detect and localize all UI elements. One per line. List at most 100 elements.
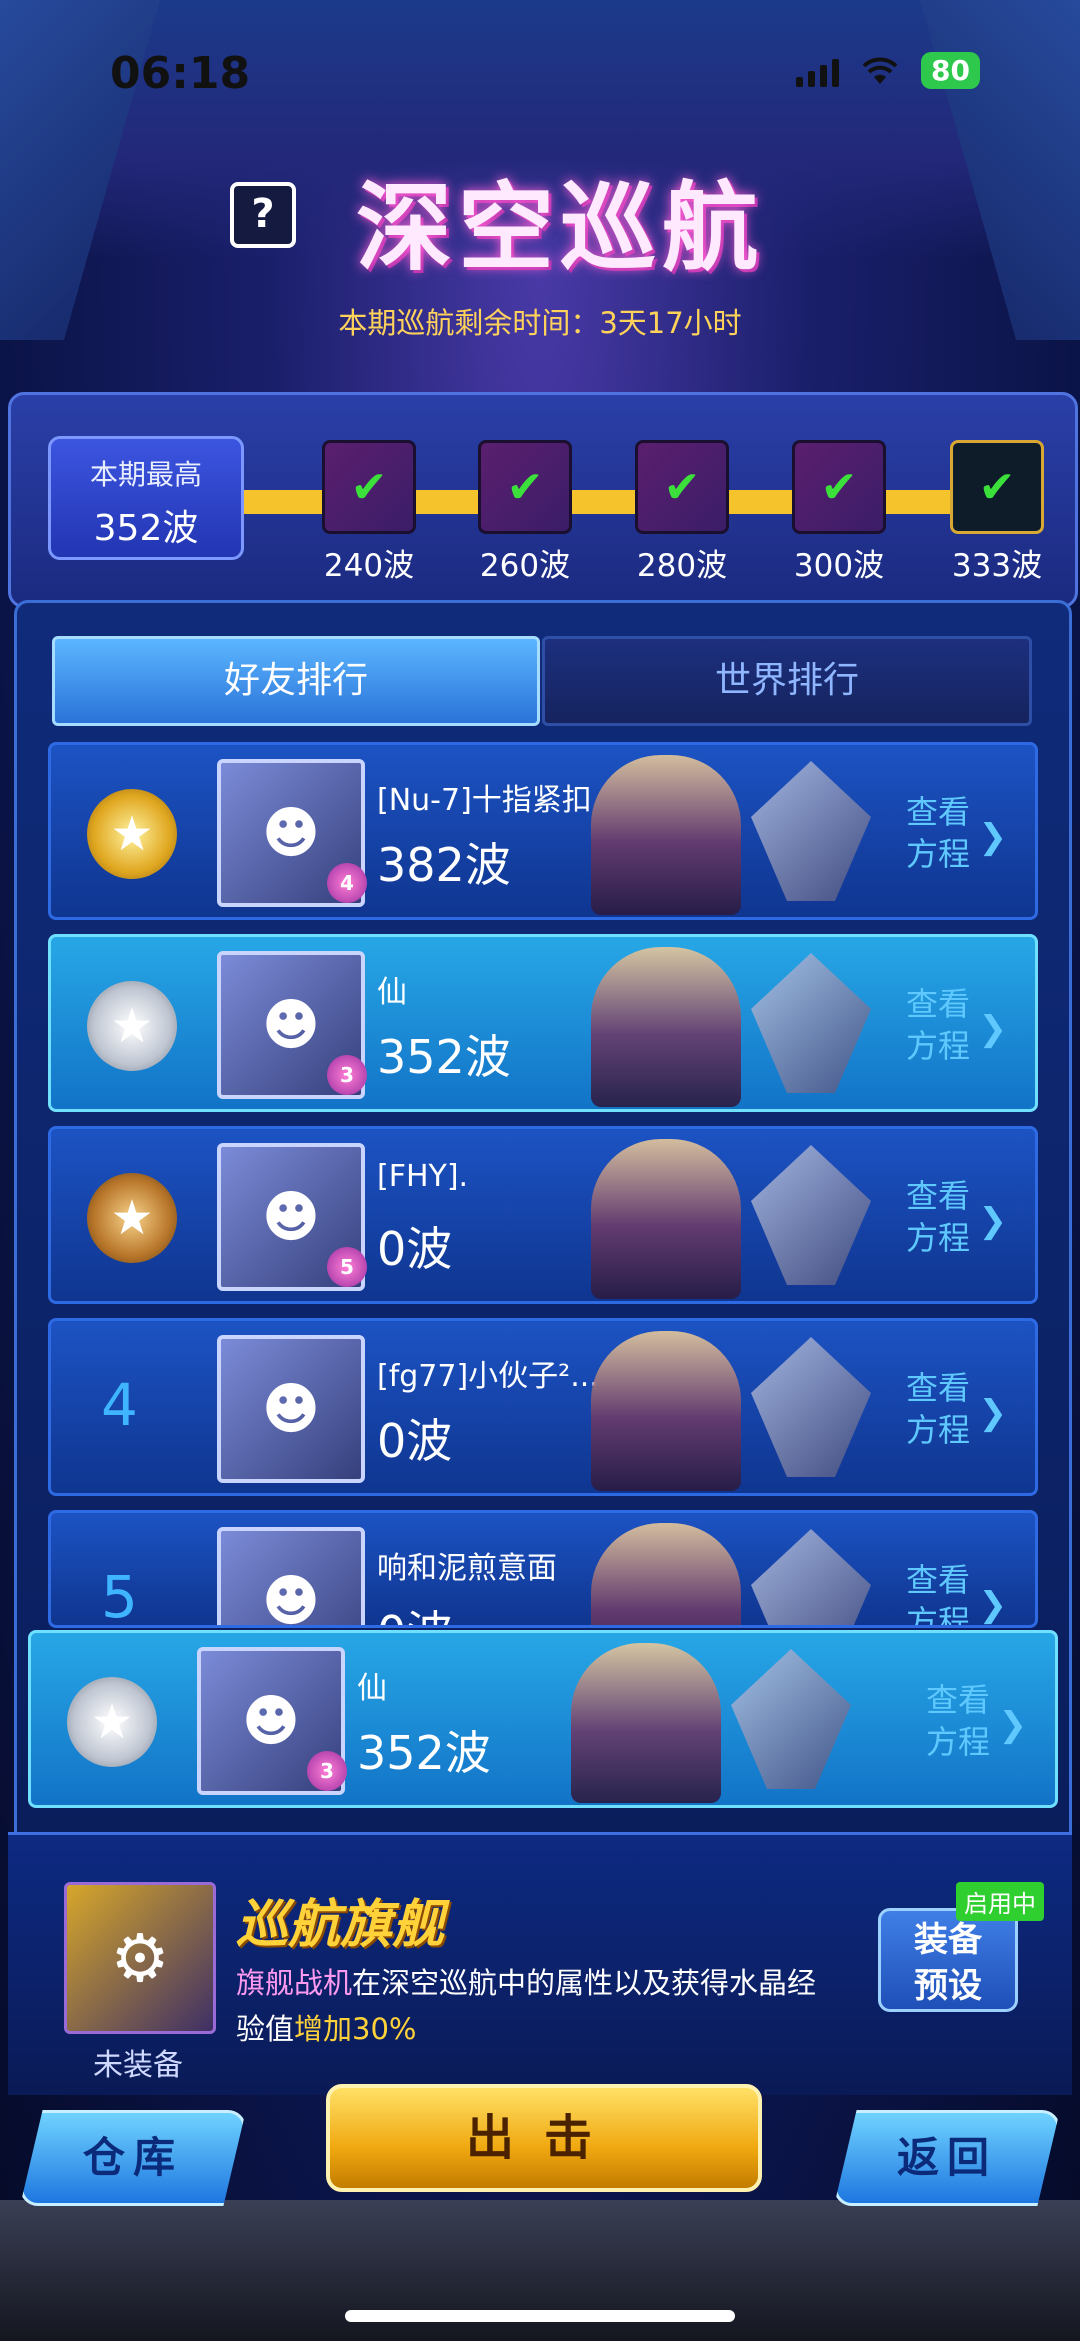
fighter-image: [751, 761, 871, 901]
rank-silver-badge: ★: [87, 981, 177, 1071]
home-indicator[interactable]: [345, 2310, 735, 2322]
preset-active-badge: 启用中: [956, 1882, 1044, 1921]
milestone-label: 240波: [323, 548, 415, 584]
preset-label-top: 装备: [914, 1920, 982, 1960]
player-name: 仙: [377, 975, 407, 1010]
view-loadout-button[interactable]: 查看 方程: [903, 1367, 973, 1451]
rank-number: 5: [101, 1563, 138, 1628]
tab-world-ranking[interactable]: 世界排行: [542, 636, 1032, 726]
flagship-desc-highlight: 旗舰战机: [236, 1966, 353, 2000]
status-time: 06:18: [110, 48, 251, 99]
view-loadout-button[interactable]: 查看 方程: [903, 983, 973, 1067]
view-label-bottom: 方程: [905, 835, 970, 873]
milestone-333[interactable]: ✔ 333波: [942, 440, 1052, 585]
player-name: [FHY].: [377, 1159, 469, 1194]
pilot-portrait: [571, 1643, 721, 1803]
best-record-box: 本期最高 352波: [48, 436, 244, 560]
ranking-row-4[interactable]: 4 ☻ [fg77]小伙子²... 0波 查看 方程 ❯: [48, 1318, 1038, 1496]
vip-badge: 3: [327, 1055, 367, 1095]
key-icon: ✔: [792, 440, 886, 534]
flagship-title: 巡航旗舰: [236, 1895, 445, 1955]
player-wave: 352波: [357, 1726, 491, 1780]
chevron-right-icon: ❯: [998, 1705, 1028, 1745]
signal-icon: [796, 55, 840, 87]
help-button[interactable]: ?: [230, 182, 296, 248]
fighter-image: [751, 1337, 871, 1477]
page-title: 深空巡航: [356, 172, 764, 284]
fighter-image: [751, 1145, 871, 1285]
pilot-portrait: [591, 1523, 741, 1625]
fighter-image: [731, 1649, 851, 1789]
battery-icon: 80: [921, 52, 980, 89]
flagship-desc-bonus: 增加30%: [294, 2012, 417, 2046]
warehouse-button[interactable]: 仓库: [20, 2110, 246, 2206]
milestone-300[interactable]: ✔ 300波: [784, 440, 894, 585]
best-record-label: 本期最高: [89, 458, 202, 491]
ranking-row-5[interactable]: 5 ☻ 响和泥煎意面 0波 查看方程 ❯: [48, 1510, 1038, 1628]
view-label-top: 查看: [905, 1369, 970, 1407]
view-loadout-button[interactable]: 查看 方程: [903, 1559, 973, 1625]
rank-silver-badge: ★: [67, 1677, 157, 1767]
tab-friend-ranking[interactable]: 好友排行: [52, 636, 540, 726]
best-record-value: 352波: [93, 508, 199, 549]
equipment-preset-button[interactable]: 装备 预设: [878, 1908, 1018, 2012]
key-icon: ✔: [322, 440, 416, 534]
player-name: 仙: [357, 1671, 387, 1706]
player-wave: 382波: [377, 838, 511, 892]
avatar: ☻: [217, 1527, 365, 1625]
milestone-label: 280波: [636, 548, 728, 584]
view-label-bottom: 方程: [925, 1723, 990, 1761]
chevron-right-icon: ❯: [978, 1585, 1008, 1625]
key-icon: ✔: [635, 440, 729, 534]
flagship-status: 未装备: [93, 2048, 183, 2083]
chevron-right-icon: ❯: [978, 1201, 1008, 1241]
key-icon: ✔: [478, 440, 572, 534]
fighter-image: [751, 1529, 871, 1625]
preset-label-bottom: 预设: [914, 1966, 982, 2006]
view-loadout-button[interactable]: 查看 方程: [903, 1175, 973, 1259]
milestone-280[interactable]: ✔ 280波: [627, 440, 737, 585]
player-wave: 0波: [377, 1597, 452, 1625]
flagship-description: 旗舰战机在深空巡航中的属性以及获得水晶经验值增加30%: [236, 1960, 836, 2052]
chevron-right-icon: ❯: [978, 817, 1008, 857]
milestone-label: 300波: [793, 548, 885, 584]
fighter-image: [751, 953, 871, 1093]
ranking-row-2[interactable]: ★ ☻ 3 仙 352波 查看 方程 ❯: [48, 934, 1038, 1112]
check-icon: ✔: [950, 440, 1044, 534]
milestone-label: 260波: [479, 548, 571, 584]
view-label-top: 查看: [905, 985, 970, 1023]
view-label-top: 查看: [905, 1177, 970, 1215]
player-name: 响和泥煎意面: [377, 1551, 557, 1586]
view-label-top: 查看: [905, 793, 970, 831]
status-icons: 80: [796, 52, 980, 89]
view-label-top: 查看: [905, 1561, 970, 1599]
chevron-right-icon: ❯: [978, 1393, 1008, 1433]
remaining-time: 本期巡航剩余时间：3天17小时: [338, 306, 742, 340]
pilot-portrait: [591, 1139, 741, 1299]
ranking-row-3[interactable]: ★ ☻ 5 [FHY]. 0波 查看 方程 ❯: [48, 1126, 1038, 1304]
vip-badge: 5: [327, 1247, 367, 1287]
attack-button[interactable]: 出击: [326, 2084, 762, 2192]
player-wave: 0波: [377, 1414, 453, 1468]
wifi-icon: [862, 57, 898, 84]
chevron-right-icon: ❯: [978, 1009, 1008, 1049]
milestone-240[interactable]: ✔ 240波: [314, 440, 424, 585]
my-ranking-row[interactable]: ★ ☻ 3 仙 352波 查看 方程 ❯: [28, 1630, 1058, 1808]
view-label-bottom: 方程: [905, 1027, 970, 1065]
view-loadout-button[interactable]: 查看 方程: [903, 791, 973, 875]
rank-bronze-badge: ★: [87, 1173, 177, 1263]
ranking-row-1[interactable]: ★ ☻ 4 [Nu-7]十指紧扣 382波 查看 方程 ❯: [48, 742, 1038, 920]
player-wave: 352波: [377, 1030, 511, 1084]
flagship-slot[interactable]: ⚙: [64, 1882, 216, 2034]
player-name: [fg77]小伙子²...: [377, 1359, 599, 1394]
player-name: [Nu-7]十指紧扣: [377, 783, 592, 818]
milestone-260[interactable]: ✔ 260波: [470, 440, 580, 585]
view-label-bottom: 方程: [905, 1411, 970, 1449]
view-loadout-button[interactable]: 查看 方程: [923, 1679, 993, 1763]
vip-badge: 3: [307, 1751, 347, 1791]
view-label-top: 查看: [925, 1681, 990, 1719]
pilot-portrait: [591, 755, 741, 915]
player-wave: 0波: [377, 1222, 453, 1276]
pilot-portrait: [591, 947, 741, 1107]
back-button[interactable]: 返回: [834, 2110, 1060, 2206]
